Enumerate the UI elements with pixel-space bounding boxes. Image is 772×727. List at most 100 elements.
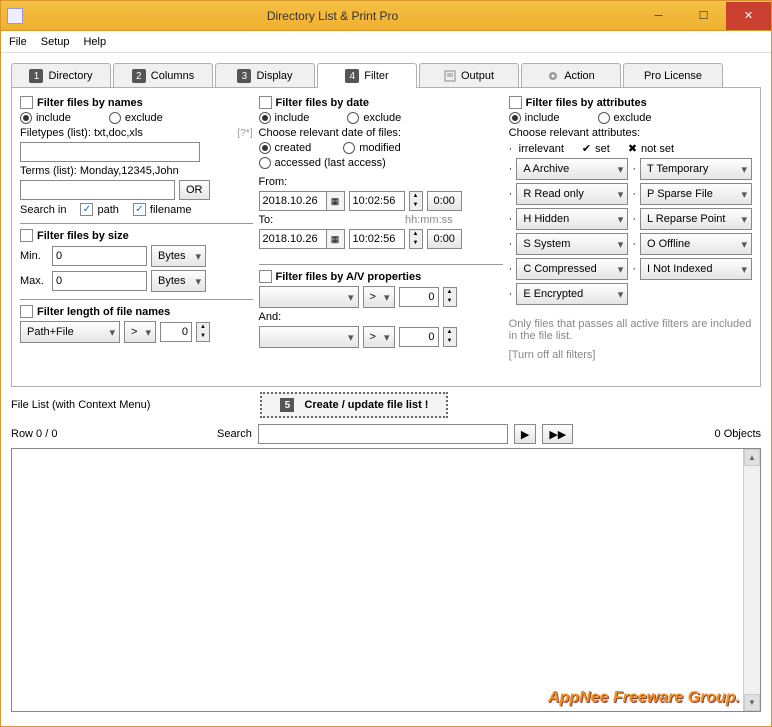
av-op1-select[interactable]: >: [363, 286, 395, 308]
length-type-select[interactable]: Path+File: [20, 321, 120, 343]
accessed-radio[interactable]: [259, 157, 271, 169]
attr-readonly-select[interactable]: R Read only: [516, 183, 628, 205]
av-op2-select[interactable]: >: [363, 326, 395, 348]
to-label: To:: [259, 214, 274, 226]
av-spin1[interactable]: ▲▼: [443, 287, 457, 307]
from-date-input[interactable]: [259, 191, 327, 211]
tab-pro[interactable]: Pro License: [623, 63, 723, 88]
attr-hidden-select[interactable]: H Hidden: [516, 208, 628, 230]
attr-reparse-select[interactable]: L Reparse Point: [640, 208, 752, 230]
filter-date-checkbox[interactable]: [259, 96, 272, 109]
tab-output[interactable]: Output: [419, 63, 519, 88]
tabs: 1Directory 2Columns 3Display 4Filter Out…: [11, 63, 761, 88]
scrollbar[interactable]: ▲ ▼: [743, 449, 760, 711]
tab-display[interactable]: 3Display: [215, 63, 315, 88]
attr-notindexed-select[interactable]: I Not Indexed: [640, 258, 752, 280]
tab-action[interactable]: Action: [521, 63, 621, 88]
min-size-input[interactable]: [52, 246, 147, 266]
av-prop2-select[interactable]: [259, 326, 359, 348]
av-val2-input[interactable]: [399, 327, 439, 347]
length-op-select[interactable]: >: [124, 321, 156, 343]
attr-temporary-select[interactable]: T Temporary: [640, 158, 752, 180]
attr-compressed-select[interactable]: C Compressed: [516, 258, 628, 280]
from-time-spinner[interactable]: ▲▼: [409, 191, 423, 211]
search-next-button[interactable]: ▶: [514, 424, 536, 444]
watermark: AppNee Freeware Group.: [548, 689, 740, 707]
filter-size-title: Filter files by size: [37, 230, 129, 242]
filter-attr-column: Filter files by attributes include exclu…: [509, 96, 752, 378]
filter-length-checkbox[interactable]: [20, 305, 33, 318]
filter-names-checkbox[interactable]: [20, 96, 33, 109]
names-exclude-radio[interactable]: [109, 112, 121, 124]
attr-include-radio[interactable]: [509, 112, 521, 124]
tab-directory[interactable]: 1Directory: [11, 63, 111, 88]
length-spinner[interactable]: ▲▼: [196, 322, 210, 342]
min-unit-select[interactable]: Bytes: [151, 245, 206, 267]
filter-date-title: Filter files by date: [276, 97, 370, 109]
attr-sparse-select[interactable]: P Sparse File: [640, 183, 752, 205]
from-time-input[interactable]: [349, 191, 405, 211]
filter-av-checkbox[interactable]: [259, 270, 272, 283]
attr-encrypted-select[interactable]: E Encrypted: [516, 283, 628, 305]
search-last-button[interactable]: ▶▶: [542, 424, 573, 444]
to-zero-button[interactable]: 0:00: [427, 229, 462, 249]
filetypes-label: Filetypes (list): txt,doc,xls: [20, 127, 143, 139]
max-size-input[interactable]: [52, 271, 147, 291]
search-input[interactable]: [258, 424, 508, 444]
scroll-down-button[interactable]: ▼: [744, 694, 760, 711]
av-prop1-select[interactable]: [259, 286, 359, 308]
filter-av-title: Filter files by A/V properties: [276, 271, 422, 283]
path-checkbox[interactable]: [80, 203, 93, 216]
filename-checkbox[interactable]: [133, 203, 146, 216]
search-label: Search: [217, 428, 252, 440]
from-zero-button[interactable]: 0:00: [427, 191, 462, 211]
menu-file[interactable]: File: [9, 36, 27, 48]
to-time-spinner[interactable]: ▲▼: [409, 229, 423, 249]
menubar: File Setup Help: [1, 31, 771, 53]
terms-input[interactable]: [20, 180, 175, 200]
minimize-button[interactable]: ─: [636, 2, 681, 30]
menu-setup[interactable]: Setup: [41, 36, 70, 48]
filetypes-input[interactable]: [20, 142, 200, 162]
tab-filter[interactable]: 4Filter: [317, 63, 417, 88]
filter-attr-checkbox[interactable]: [509, 96, 522, 109]
row-counter: Row 0 / 0: [11, 428, 211, 440]
file-list[interactable]: ▲ ▼ AppNee Freeware Group.: [11, 448, 761, 712]
attr-archive-select[interactable]: A Archive: [516, 158, 628, 180]
create-update-button[interactable]: 5Create / update file list !: [260, 392, 448, 418]
gear-icon: [547, 70, 559, 82]
av-and-label: And:: [259, 311, 503, 323]
av-spin2[interactable]: ▲▼: [443, 327, 457, 347]
menu-help[interactable]: Help: [83, 36, 106, 48]
to-time-input[interactable]: [349, 229, 405, 249]
turnoff-filters-link[interactable]: [Turn off all filters]: [509, 349, 752, 361]
close-button[interactable]: ✕: [726, 2, 771, 30]
length-value-input[interactable]: [160, 322, 192, 342]
filter-names-column: Filter files by names include exclude Fi…: [20, 96, 253, 378]
max-unit-select[interactable]: Bytes: [151, 270, 206, 292]
window-title: Directory List & Print Pro: [29, 9, 636, 23]
objects-count: 0 Objects: [715, 428, 761, 440]
filetypes-hint: [?*]: [238, 128, 253, 139]
modified-radio[interactable]: [343, 142, 355, 154]
filter-length-title: Filter length of file names: [37, 306, 170, 318]
to-date-picker[interactable]: ▦: [327, 229, 345, 249]
date-exclude-radio[interactable]: [347, 112, 359, 124]
from-label: From:: [259, 176, 503, 188]
filter-size-checkbox[interactable]: [20, 229, 33, 242]
or-button[interactable]: OR: [179, 180, 210, 200]
av-val1-input[interactable]: [399, 287, 439, 307]
attr-exclude-radio[interactable]: [598, 112, 610, 124]
scroll-up-button[interactable]: ▲: [744, 449, 760, 466]
names-include-radio[interactable]: [20, 112, 32, 124]
from-date-picker[interactable]: ▦: [327, 191, 345, 211]
tab-columns[interactable]: 2Columns: [113, 63, 213, 88]
maximize-button[interactable]: ☐: [681, 2, 726, 30]
attr-system-select[interactable]: S System: [516, 233, 628, 255]
created-radio[interactable]: [259, 142, 271, 154]
date-include-radio[interactable]: [259, 112, 271, 124]
filter-date-column: Filter files by date include exclude Cho…: [259, 96, 503, 378]
to-date-input[interactable]: [259, 229, 327, 249]
hhmmss-label: hh:mm:ss: [405, 214, 453, 226]
attr-offline-select[interactable]: O Offline: [640, 233, 752, 255]
